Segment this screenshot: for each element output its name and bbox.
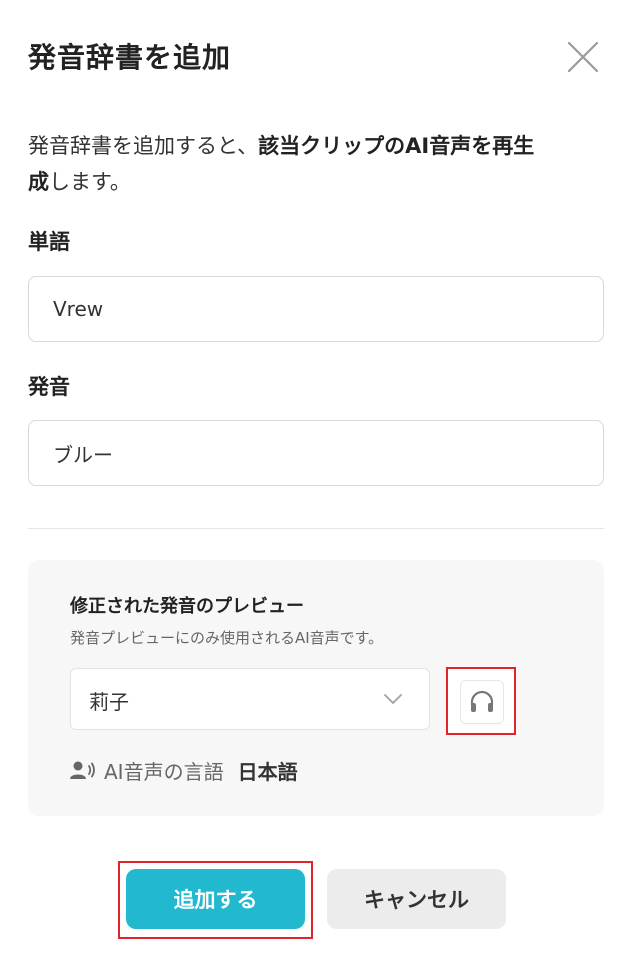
language-label: AI音声の言語 — [104, 759, 224, 784]
headphones-icon — [470, 690, 494, 712]
pronunciation-label: 発音 — [28, 375, 70, 399]
dialog-title: 発音辞書を追加 — [28, 41, 232, 74]
voice-language-row: AI音声の言語 日本語 — [70, 755, 298, 785]
listen-preview-button[interactable] — [446, 667, 516, 735]
add-button[interactable]: 追加する — [126, 869, 305, 929]
close-icon — [567, 41, 599, 73]
pronunciation-input[interactable] — [28, 420, 604, 486]
language-value: 日本語 — [237, 759, 298, 784]
person-voice-icon — [70, 761, 95, 779]
close-button[interactable] — [566, 40, 600, 74]
description-suffix: します。 — [49, 170, 131, 194]
voice-select[interactable]: 莉子 — [70, 668, 430, 730]
listen-button-inner[interactable] — [460, 680, 504, 724]
description-text: 発音辞書を追加すると、 — [28, 134, 259, 158]
dialog-description: 発音辞書を追加すると、該当クリップのAI音声を再生成します。 — [28, 128, 608, 200]
add-button-highlight: 追加する — [118, 861, 313, 939]
word-input[interactable] — [28, 276, 604, 342]
voice-select-value: 莉子 — [89, 690, 129, 714]
cancel-button[interactable]: キャンセル — [327, 869, 506, 929]
description-bold-2: 成 — [28, 170, 49, 194]
preview-title: 修正された発音のプレビュー — [70, 596, 304, 617]
divider — [28, 528, 604, 529]
word-label: 単語 — [28, 230, 70, 254]
description-bold: 該当クリップのAI音声を再生 — [258, 134, 535, 158]
chevron-down-icon — [384, 694, 402, 704]
preview-subtitle: 発音プレビューにのみ使用されるAI音声です。 — [70, 629, 384, 647]
